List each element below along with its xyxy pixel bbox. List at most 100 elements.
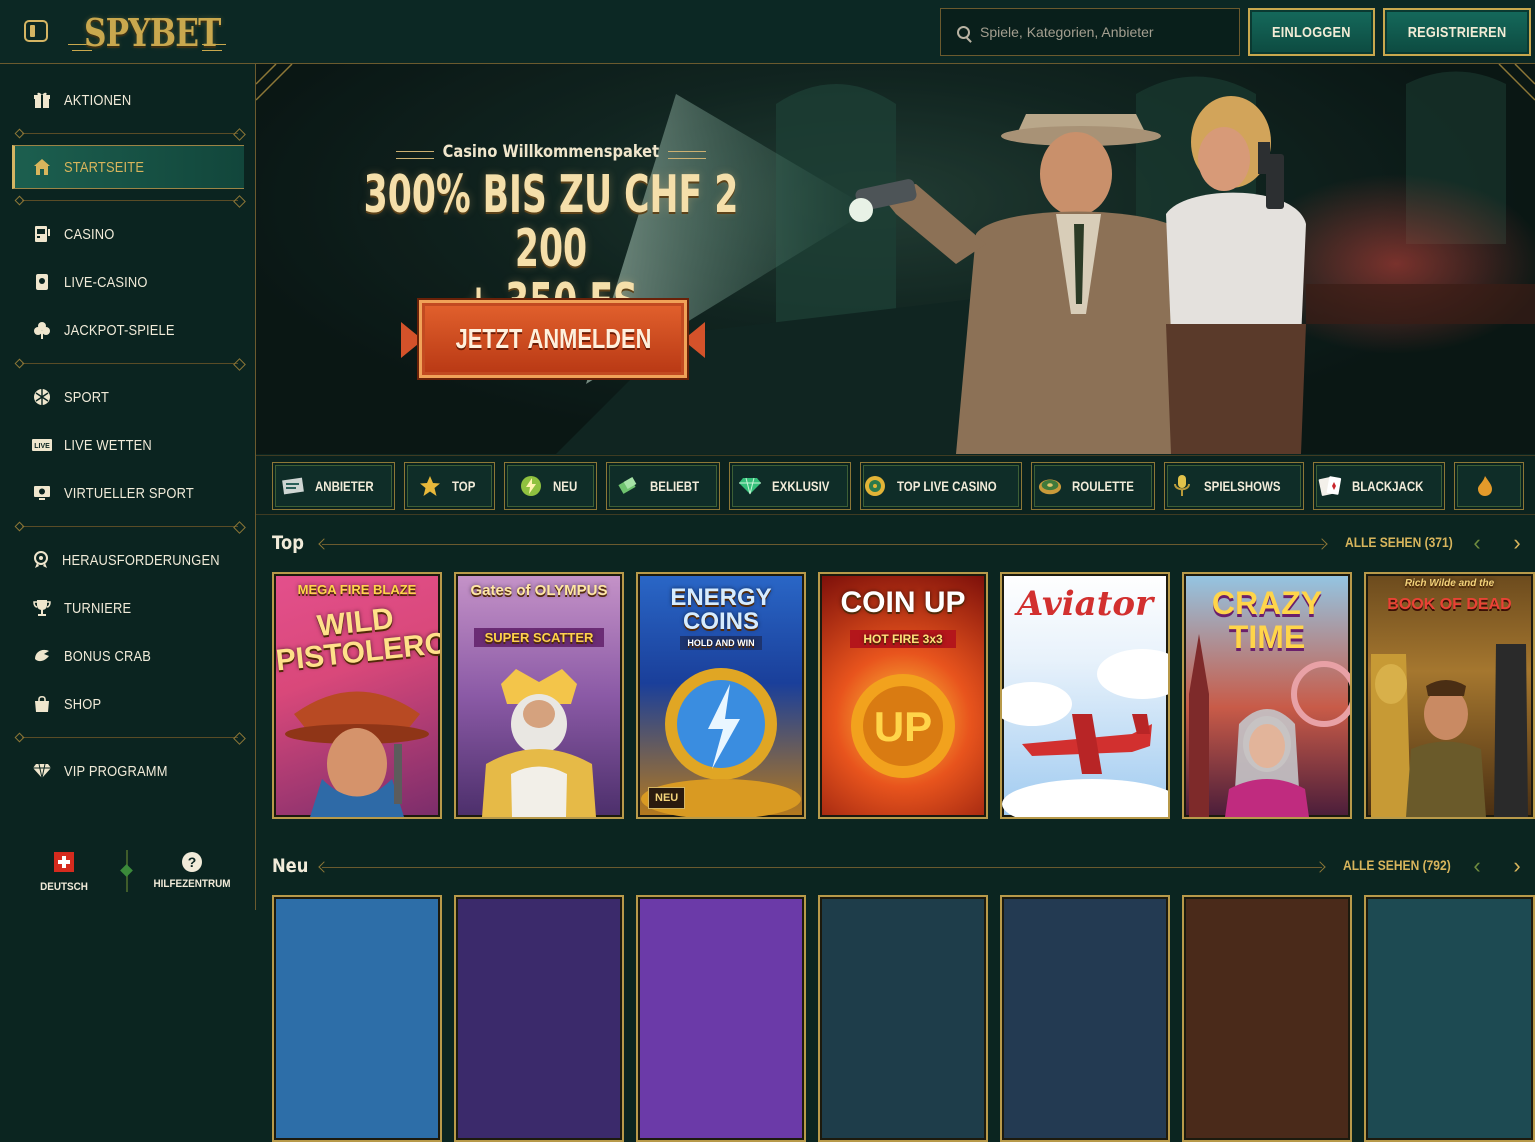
soccer-ball-icon bbox=[32, 387, 52, 407]
game-title: ENERGY COINS bbox=[670, 584, 772, 635]
help-label: HILFEZENTRUM bbox=[153, 878, 231, 890]
sidebar-item-label: STARTSEITE bbox=[64, 158, 145, 176]
gift-icon bbox=[32, 90, 52, 110]
game-card-partial[interactable] bbox=[454, 895, 624, 1142]
sidebar-item-startseite[interactable]: STARTSEITE bbox=[12, 145, 244, 189]
signup-cta-button[interactable]: JETZT ANMELDEN bbox=[419, 300, 687, 378]
game-subtitle: HOT FIRE 3x3 bbox=[850, 630, 956, 648]
see-all-label: ALLE SEHEN (792) bbox=[1343, 857, 1451, 873]
hero-subtitle-text: Casino Willkommenspaket bbox=[442, 142, 660, 162]
sidebar-toggle-icon[interactable] bbox=[24, 20, 48, 42]
help-icon: ? bbox=[182, 852, 202, 872]
game-subtitle: SUPER SCATTER bbox=[474, 628, 604, 647]
sidebar-divider bbox=[14, 732, 244, 743]
game-card-partial[interactable] bbox=[272, 895, 442, 1142]
sidebar-item-aktionen[interactable]: AKTIONEN bbox=[24, 80, 244, 120]
sidebar-item-casino[interactable]: CASINO bbox=[24, 214, 244, 254]
cta-label: JETZT ANMELDEN bbox=[455, 323, 651, 354]
game-title: Gates of OLYMPUS bbox=[470, 582, 608, 599]
category-blackjack[interactable]: BLACKJACK bbox=[1313, 462, 1445, 510]
sidebar-item-bonus-crab[interactable]: BONUS CRAB bbox=[24, 636, 244, 676]
diamond-icon bbox=[32, 761, 52, 781]
register-button[interactable]: REGISTRIEREN bbox=[1383, 8, 1531, 56]
category-roulette[interactable]: ROULETTE bbox=[1031, 462, 1155, 510]
language-selector[interactable]: DEUTSCH bbox=[19, 852, 109, 893]
sidebar-item-label: LIVE-CASINO bbox=[64, 273, 148, 291]
see-all-link[interactable]: ALLE SEHEN (371) bbox=[1345, 534, 1470, 550]
sidebar-item-shop[interactable]: SHOP bbox=[24, 684, 244, 724]
game-card-partial[interactable] bbox=[636, 895, 806, 1142]
microphone-icon bbox=[1170, 474, 1194, 498]
category-neu[interactable]: NEU bbox=[504, 462, 597, 510]
spybet-logo[interactable]: SPYBET bbox=[66, 6, 228, 58]
sidebar-item-live-casino[interactable]: LIVE-CASINO bbox=[24, 262, 244, 302]
sidebar-item-label: CASINO bbox=[64, 225, 115, 243]
sidebar-item-label: BONUS CRAB bbox=[64, 647, 152, 665]
game-art bbox=[482, 669, 596, 817]
sidebar-item-turniere[interactable]: TURNIERE bbox=[24, 588, 244, 628]
flame-icon bbox=[1473, 474, 1497, 498]
sidebar: AKTIONEN STARTSEITE CASINO LIVE-CASINO J… bbox=[0, 64, 256, 910]
game-card-aviator[interactable]: Aviator bbox=[1000, 572, 1170, 819]
sidebar-item-sport[interactable]: SPORT bbox=[24, 377, 244, 417]
live-icon: LIVE bbox=[32, 435, 52, 455]
live-casino-icon bbox=[863, 474, 887, 498]
search-input[interactable] bbox=[980, 24, 1220, 40]
hero-banner[interactable]: Casino Willkommenspaket 300% BIS ZU CHF … bbox=[256, 64, 1535, 454]
section-title-text: Top bbox=[272, 532, 304, 554]
hero-subtitle: Casino Willkommenspaket bbox=[396, 142, 706, 162]
game-card-book-of-dead[interactable]: Rich Wilde and the BOOK OF DEAD bbox=[1364, 572, 1535, 819]
game-subtitle: Rich Wilde and the bbox=[1404, 578, 1495, 589]
category-label: ROULETTE bbox=[1072, 478, 1135, 494]
help-center-link[interactable]: ? HILFEZENTRUM bbox=[147, 852, 237, 890]
svg-text:LIVE: LIVE bbox=[34, 443, 50, 450]
category-more-partial[interactable] bbox=[1454, 462, 1524, 510]
game-card-wild-pistolero[interactable]: MEGA FIRE BLAZE WILD PISTOLERO bbox=[272, 572, 442, 819]
section-divider bbox=[322, 544, 1324, 545]
sidebar-item-herausforderungen[interactable]: HERAUSFORDERUNGEN bbox=[24, 540, 244, 580]
game-card-partial[interactable] bbox=[818, 895, 988, 1142]
next-arrow-icon[interactable]: › bbox=[1506, 532, 1528, 556]
sidebar-item-vip-programm[interactable]: VIP PROGRAMM bbox=[24, 751, 244, 791]
login-button[interactable]: EINLOGGEN bbox=[1248, 8, 1375, 56]
category-top[interactable]: TOP bbox=[404, 462, 495, 510]
game-card-partial[interactable] bbox=[1364, 895, 1535, 1142]
category-spielshows[interactable]: SPIELSHOWS bbox=[1164, 462, 1304, 510]
category-exklusiv[interactable]: EXKLUSIV bbox=[729, 462, 851, 510]
home-icon bbox=[32, 157, 52, 177]
game-card-energy-coins[interactable]: ENERGY COINS HOLD AND WIN NEU bbox=[636, 572, 806, 819]
game-title: Aviator bbox=[1017, 584, 1153, 624]
clover-icon bbox=[32, 320, 52, 340]
sidebar-item-jackpot[interactable]: JACKPOT-SPIELE bbox=[24, 310, 244, 350]
category-top-live-casino[interactable]: TOP LIVE CASINO bbox=[860, 462, 1022, 510]
login-label: EINLOGGEN bbox=[1272, 23, 1351, 41]
search-box[interactable] bbox=[940, 8, 1240, 56]
sidebar-item-live-wetten[interactable]: LIVE LIVE WETTEN bbox=[24, 425, 244, 465]
new-badge: NEU bbox=[648, 787, 686, 809]
sidebar-item-virtueller-sport[interactable]: VIRTUELLER SPORT bbox=[24, 473, 244, 513]
next-arrow-icon[interactable]: › bbox=[1506, 855, 1528, 879]
see-all-link[interactable]: ALLE SEHEN (792) bbox=[1343, 857, 1468, 873]
game-card-gates-of-olympus[interactable]: Gates of OLYMPUS SUPER SCATTER bbox=[454, 572, 624, 819]
game-card-coin-up[interactable]: UP COIN UP HOT FIRE 3x3 bbox=[818, 572, 988, 819]
prev-arrow-icon[interactable]: ‹ bbox=[1466, 532, 1488, 556]
section-header-top: Top ALLE SEHEN (371) ‹ › bbox=[272, 532, 1535, 558]
category-anbieter[interactable]: ANBIETER bbox=[272, 462, 395, 510]
category-label: EXKLUSIV bbox=[771, 478, 830, 494]
cards-icon bbox=[1318, 474, 1342, 498]
game-title: CRAZY TIME bbox=[1211, 585, 1323, 655]
sidebar-item-label: AKTIONEN bbox=[64, 91, 132, 109]
category-beliebt[interactable]: BELIEBT bbox=[606, 462, 720, 510]
see-all-label: ALLE SEHEN (371) bbox=[1345, 534, 1453, 550]
game-card-crazy-time[interactable]: CRAZY TIME bbox=[1182, 572, 1352, 819]
sidebar-item-label: VIP PROGRAMM bbox=[64, 762, 168, 780]
provider-icon bbox=[281, 474, 305, 498]
roulette-icon bbox=[1038, 474, 1062, 498]
sidebar-item-label: SHOP bbox=[64, 695, 102, 713]
sidebar-item-label: TURNIERE bbox=[64, 599, 132, 617]
prev-arrow-icon[interactable]: ‹ bbox=[1466, 855, 1488, 879]
sidebar-item-label: JACKPOT-SPIELE bbox=[64, 321, 175, 339]
game-card-partial[interactable] bbox=[1000, 895, 1170, 1142]
award-icon bbox=[32, 550, 50, 570]
game-card-partial[interactable] bbox=[1182, 895, 1352, 1142]
